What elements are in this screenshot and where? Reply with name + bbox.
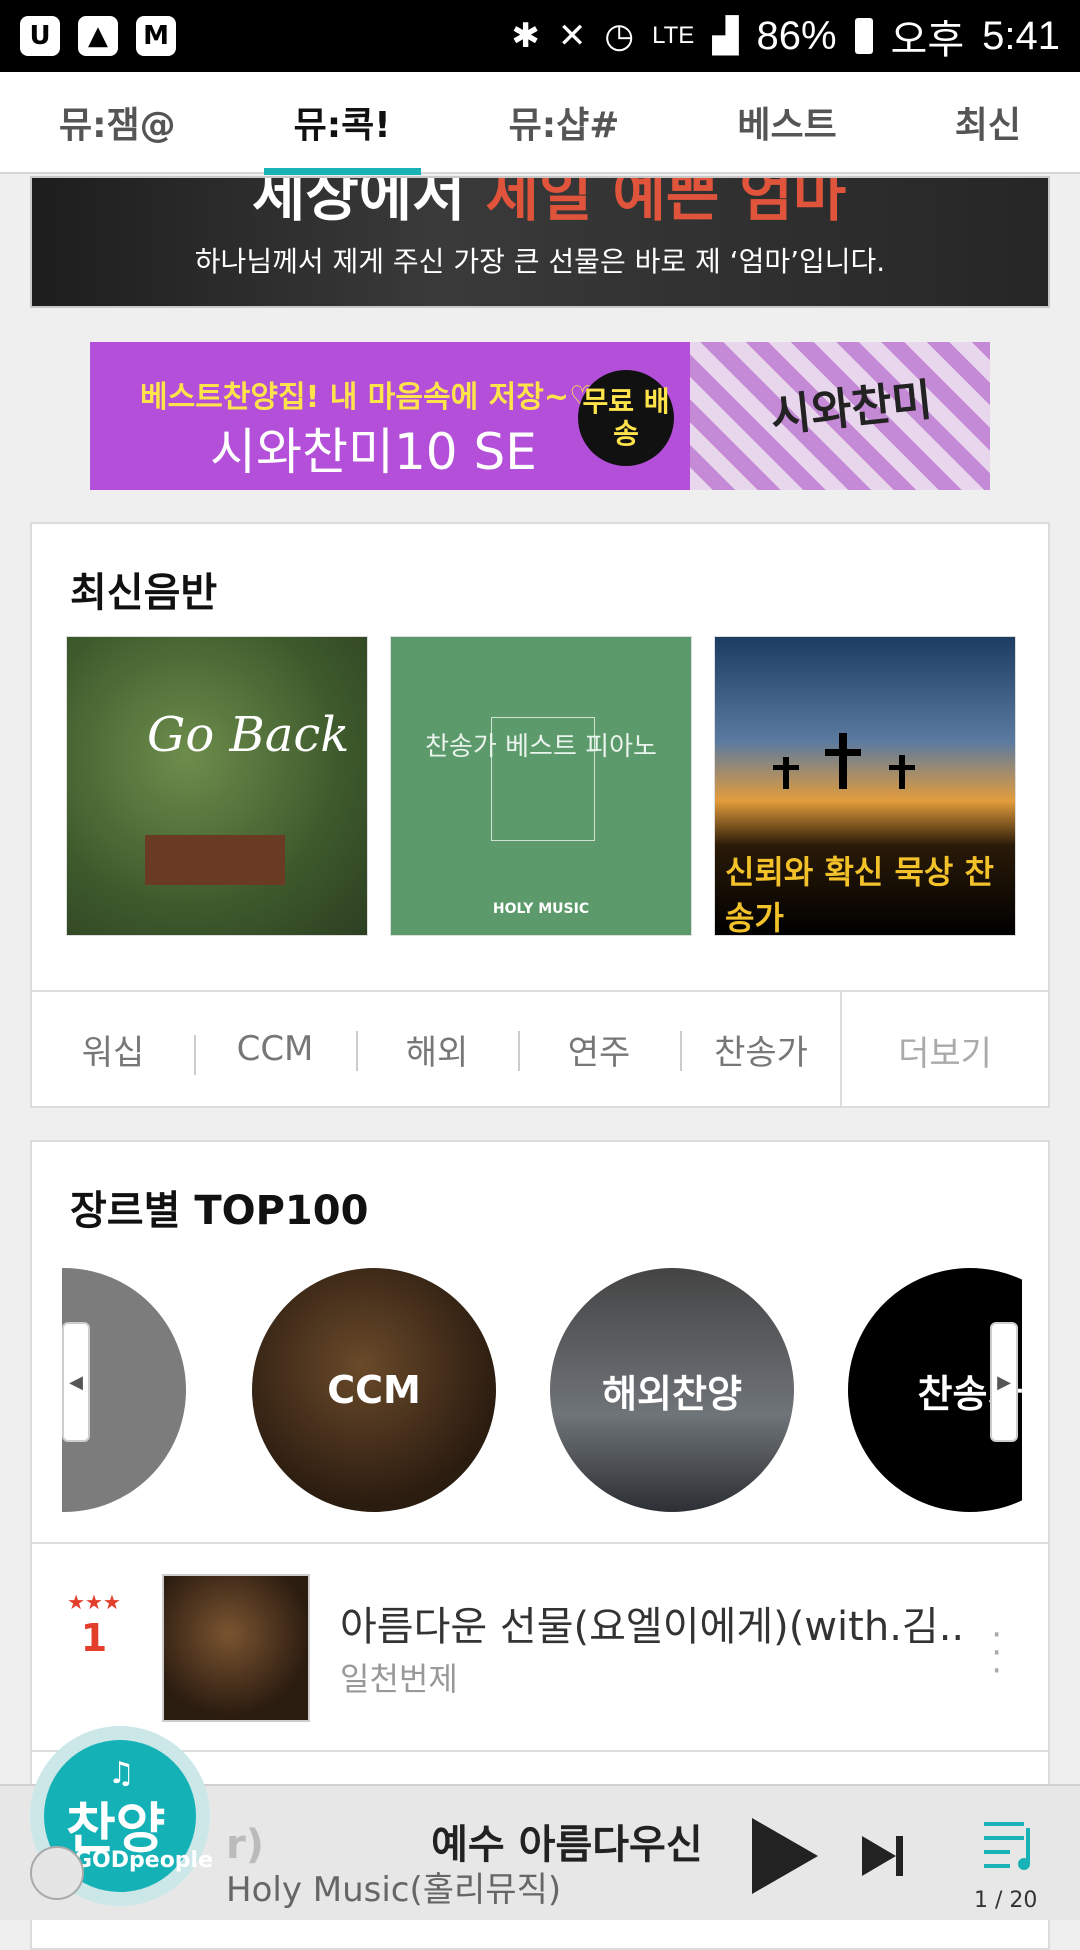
rank-number: 1 xyxy=(80,1616,108,1660)
chip-worship[interactable]: 워십 xyxy=(32,1025,194,1074)
hero-title-white: 세상에서 xyxy=(252,176,466,229)
tab-best[interactable]: 베스트 xyxy=(707,71,866,173)
promo-cover-title: 시와찬미 xyxy=(768,374,935,443)
fab-brand: GODpeople xyxy=(74,1848,214,1873)
tab-mushop[interactable]: 뮤:샵# xyxy=(479,71,650,173)
section-title: 장르별 TOP100 xyxy=(70,1188,369,1234)
genre-carousel: CCM 해외찬양 찬송가 xyxy=(62,1268,1022,1512)
tab-mukok[interactable]: 뮤:콕! xyxy=(263,71,421,175)
timer-icon[interactable] xyxy=(30,1846,84,1900)
album-cover[interactable]: 찬송가 베스트 피아노 HOLY MUSIC xyxy=(390,636,692,936)
section-title: 최신음반 xyxy=(70,570,218,616)
praise-fab[interactable]: ♫ 찬양 GODpeople xyxy=(30,1726,214,1906)
cross-graphic xyxy=(889,765,915,770)
cross-graphic xyxy=(899,755,905,789)
network-type: LTE xyxy=(652,22,695,49)
category-chips: 워십 CCM 해외 연주 찬송가 더보기 xyxy=(32,990,1048,1108)
cross-graphic xyxy=(773,765,799,770)
promo-banner[interactable]: 베스트찬양집! 내 마음속에 저장~♡ 시와찬미10 SE 무료 배송 시와찬미 xyxy=(90,342,990,490)
status-left-icons: U ▲ M xyxy=(20,16,176,56)
hero-title: 세상에서 제일 예쁜 엄마 xyxy=(252,176,847,232)
play-icon[interactable] xyxy=(748,1814,822,1898)
m-app-icon: M xyxy=(136,16,176,56)
mute-icon: ✕ xyxy=(557,17,587,55)
queue-count: 1 / 20 xyxy=(974,1888,1038,1913)
battery-percent: 86% xyxy=(756,13,837,58)
now-playing-artist: Holy Music(홀리뮤직) xyxy=(226,1870,562,1910)
tab-latest[interactable]: 최신 xyxy=(925,71,1051,173)
promo-album-cover: 시와찬미 xyxy=(690,342,990,490)
genre-label: CCM xyxy=(327,1368,421,1412)
album-label: HOLY MUSIC xyxy=(492,901,590,917)
playlist-icon[interactable] xyxy=(980,1814,1040,1874)
album-cover[interactable]: Go Back xyxy=(66,636,368,936)
free-shipping-badge: 무료 배송 xyxy=(578,370,674,466)
signal-icon: ▟ xyxy=(712,17,739,55)
tab-mujam[interactable]: 뮤:잼@ xyxy=(29,71,206,173)
cross-graphic xyxy=(783,757,789,789)
bluetooth-icon: ✱ xyxy=(511,17,540,55)
genre-circle-overseas[interactable]: 해외찬양 xyxy=(550,1268,794,1512)
new-albums-section: 최신음반 Go Back 찬송가 베스트 피아노 HOLY MUSIC 신뢰와 … xyxy=(30,522,1050,1108)
top-tab-bar: 뮤:잼@ 뮤:콕! 뮤:샵# 베스트 최신 xyxy=(0,71,1080,175)
status-ampm: 오후 xyxy=(890,18,965,62)
alarm-icon: ◷ xyxy=(604,17,635,55)
cross-graphic xyxy=(825,749,861,756)
track-thumbnail xyxy=(162,1574,310,1722)
hero-subtitle: 하나님께서 제게 주신 가장 큰 선물은 바로 제 ‘엄마’입니다. xyxy=(194,245,886,278)
promo-line2: 시와찬미10 SE xyxy=(210,423,537,481)
album-list: Go Back 찬송가 베스트 피아노 HOLY MUSIC 신뢰와 확신 묵상… xyxy=(66,636,1016,936)
hero-title-red: 제일 예쁜 엄마 xyxy=(485,176,847,229)
track-title: 아름다운 선물(요엘이에게)(with.김.. xyxy=(340,1604,965,1650)
bench-graphic xyxy=(145,835,285,885)
more-options-icon[interactable]: · · · xyxy=(991,1618,1002,1688)
chip-ccm[interactable]: CCM xyxy=(194,1029,356,1075)
chip-overseas[interactable]: 해외 xyxy=(356,1025,518,1074)
chip-hymn[interactable]: 찬송가 xyxy=(680,1025,842,1074)
ranking-row[interactable]: ★★★ 1 아름다운 선물(요엘이에게)(with.김.. 일천번제 · · · xyxy=(32,1542,1048,1752)
album-art-text: 신뢰와 확신 묵상 찬송가 xyxy=(725,853,994,936)
uplus-icon: U xyxy=(20,16,60,56)
battery-icon xyxy=(854,18,873,54)
more-button[interactable]: 더보기 xyxy=(840,992,1048,1108)
carousel-prev-icon[interactable]: ◀ xyxy=(62,1322,90,1442)
next-track-icon[interactable] xyxy=(860,1834,906,1878)
genre-label: 해외찬양 xyxy=(602,1371,742,1416)
promo-line1: 베스트찬양집! 내 마음속에 저장~♡ xyxy=(140,380,596,415)
status-right: ✱ ✕ ◷ LTE ▟ 86% 오후 5:41 xyxy=(511,7,1060,65)
rank-stars-icon: ★★★ xyxy=(67,1590,121,1614)
status-bar: U ▲ M ✱ ✕ ◷ LTE ▟ 86% 오후 5:41 xyxy=(0,0,1080,72)
carousel-next-icon[interactable]: ▶ xyxy=(990,1322,1018,1442)
status-time: 5:41 xyxy=(982,13,1060,58)
track-artist: 일천번제 xyxy=(340,1660,458,1698)
chip-instrumental[interactable]: 연주 xyxy=(518,1025,680,1074)
genre-circle-ccm[interactable]: CCM xyxy=(252,1268,496,1512)
hero-banner[interactable]: 세상에서 제일 예쁜 엄마 하나님께서 제게 주신 가장 큰 선물은 바로 제 … xyxy=(30,176,1050,308)
album-art-text: 찬송가 베스트 피아노 xyxy=(425,732,657,762)
cross-graphic xyxy=(839,733,847,789)
album-art-text: Go Back xyxy=(147,707,350,763)
album-cover[interactable]: 신뢰와 확신 묵상 찬송가 xyxy=(714,636,1016,936)
gallery-icon: ▲ xyxy=(78,16,118,56)
